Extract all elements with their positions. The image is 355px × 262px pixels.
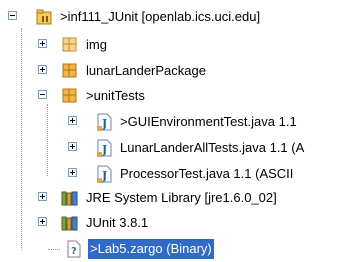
tree-item-processortest[interactable]: J ProcessorTest.java 1.1 (ASCII	[0, 162, 355, 186]
java-file-icon: J	[94, 138, 114, 158]
file-icon: ?	[64, 239, 84, 259]
tree-item-label: LunarLanderAllTests.java 1.1 (A	[120, 140, 305, 155]
tree-item-label: JUnit 3.8.1	[86, 215, 149, 230]
library-icon	[60, 213, 80, 233]
tree-item-label: >GUIEnvironmentTest.java 1.1	[120, 114, 297, 129]
expand-toggle-icon[interactable]	[38, 39, 47, 48]
tree-item-lab5-zargo[interactable]: ? >Lab5.zargo (Binary)	[0, 237, 355, 261]
tree-item-label: >Lab5.zargo (Binary)	[88, 239, 214, 259]
package-icon	[60, 35, 80, 55]
svg-text:?: ?	[71, 246, 77, 257]
tree-item-lunarlanderpackage[interactable]: lunarLanderPackage	[0, 59, 355, 83]
tree-item-label: img	[86, 37, 107, 52]
expand-toggle-icon[interactable]	[68, 142, 77, 151]
collapse-toggle-icon[interactable]	[38, 90, 47, 99]
tree-item-lunarlanderalltests[interactable]: J LunarLanderAllTests.java 1.1 (A	[0, 136, 355, 160]
tree-item-project[interactable]: >inf111_JUnit [openlab.ics.uci.edu]	[0, 5, 355, 29]
expand-toggle-icon[interactable]	[38, 65, 47, 74]
tree-item-label: ProcessorTest.java 1.1 (ASCII	[120, 166, 294, 181]
tree-item-jre-system-library[interactable]: JRE System Library [jre1.6.0_02]	[0, 186, 355, 210]
expand-toggle-icon[interactable]	[38, 217, 47, 226]
java-file-icon: J	[94, 112, 114, 132]
tree-item-label: >inf111_JUnit [openlab.ics.uci.edu]	[60, 9, 261, 24]
tree-item-junit[interactable]: JUnit 3.8.1	[0, 211, 355, 235]
package-icon	[60, 86, 80, 106]
collapse-toggle-icon[interactable]	[8, 11, 17, 20]
tree-item-label: lunarLanderPackage	[86, 63, 206, 78]
project-folder-icon	[34, 7, 54, 27]
expand-toggle-icon[interactable]	[38, 192, 47, 201]
tree-item-unittests[interactable]: >unitTests	[0, 84, 355, 108]
expand-toggle-icon[interactable]	[68, 116, 77, 125]
tree-item-guienvironmenttest[interactable]: J >GUIEnvironmentTest.java 1.1	[0, 110, 355, 134]
tree-item-label: JRE System Library [jre1.6.0_02]	[86, 190, 277, 205]
package-icon	[60, 61, 80, 81]
tree-item-img[interactable]: img	[0, 33, 355, 57]
expand-toggle-icon[interactable]	[68, 168, 77, 177]
java-file-icon: J	[94, 164, 114, 184]
library-icon	[60, 188, 80, 208]
tree-item-label: >unitTests	[86, 88, 145, 103]
